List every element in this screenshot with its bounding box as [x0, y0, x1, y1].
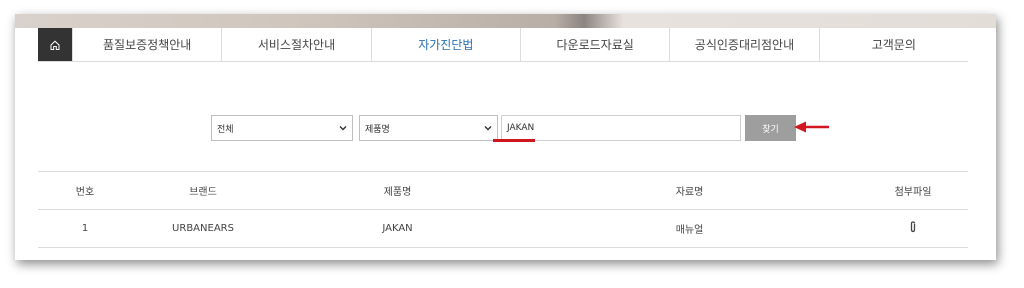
nav-item-downloads[interactable]: 다운로드자료실 — [519, 28, 670, 61]
results-table: 번호 브랜드 제품명 자료명 첨부파일 1 URBANEARS JAKAN 매뉴… — [38, 171, 968, 248]
nav-item-label: 자가진단법 — [418, 38, 474, 52]
field-select[interactable]: 제품명 — [359, 115, 498, 141]
nav-home-button[interactable] — [38, 28, 72, 61]
chevron-down-icon — [484, 126, 492, 131]
category-select-value: 전체 — [217, 124, 234, 135]
nav-item-service-procedure[interactable]: 서비스절차안내 — [221, 28, 371, 61]
nav-item-authorized-dealers[interactable]: 공식인증대리점안내 — [669, 28, 819, 61]
search-button[interactable]: 찾기 — [745, 115, 796, 141]
column-header-title: 자료명 — [521, 171, 858, 210]
cell-number: 1 — [38, 209, 132, 248]
column-header-attachment: 첨부파일 — [858, 171, 968, 210]
banner-image — [15, 14, 996, 28]
nav-item-label: 서비스절차안내 — [257, 38, 336, 52]
page-frame: 품질보증정책안내 서비스절차안내 자가진단법 다운로드자료실 공식인증대리점안내… — [15, 14, 996, 260]
nav-item-label: 공식인증대리점안내 — [694, 38, 795, 52]
search-input[interactable]: JAKAN — [501, 115, 741, 141]
home-icon — [50, 40, 60, 50]
search-input-value: JAKAN — [507, 123, 535, 133]
field-select-value: 제품명 — [365, 124, 390, 135]
nav-item-customer-inquiry[interactable]: 고객문의 — [818, 28, 968, 61]
chevron-down-icon — [339, 126, 347, 131]
highlight-underline — [493, 139, 535, 142]
cell-brand: URBANEARS — [132, 209, 274, 248]
cell-product[interactable]: JAKAN — [274, 209, 521, 248]
table-header-row: 번호 브랜드 제품명 자료명 첨부파일 — [38, 171, 968, 210]
column-header-product: 제품명 — [274, 171, 521, 210]
column-header-number: 번호 — [38, 171, 132, 210]
table-row[interactable]: 1 URBANEARS JAKAN 매뉴얼 — [38, 209, 968, 248]
cell-title[interactable]: 매뉴얼 — [521, 209, 858, 248]
nav-item-quality-policy[interactable]: 품질보증정책안내 — [72, 28, 222, 61]
column-header-brand: 브랜드 — [132, 171, 274, 210]
paperclip-icon[interactable] — [909, 221, 917, 233]
search-button-label: 찾기 — [762, 124, 779, 135]
nav-item-label: 다운로드자료실 — [556, 38, 634, 52]
nav-item-label: 품질보증정책안내 — [103, 38, 192, 52]
category-select[interactable]: 전체 — [211, 115, 353, 141]
nav-item-self-diagnosis[interactable]: 자가진단법 — [370, 28, 520, 61]
arrow-left-icon — [794, 121, 829, 133]
cell-attachment[interactable] — [858, 209, 968, 248]
nav-item-label: 고객문의 — [871, 38, 916, 52]
main-nav: 품질보증정책안내 서비스절차안내 자가진단법 다운로드자료실 공식인증대리점안내… — [38, 28, 968, 62]
